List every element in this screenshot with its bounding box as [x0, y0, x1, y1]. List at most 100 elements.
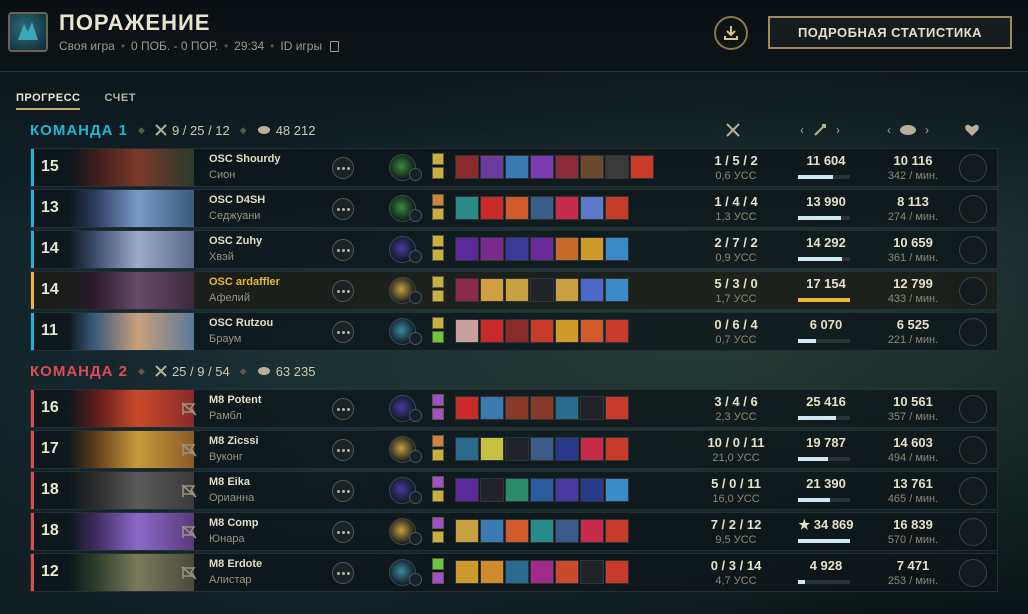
more-options-button[interactable] — [332, 157, 354, 179]
player-row[interactable]: 17 M8 Zicssi Вуконг 10 / 0 / 11 21,0 УСС 19 7… — [30, 430, 998, 469]
item-icon[interactable] — [605, 560, 629, 584]
secondary-rune-icon[interactable] — [409, 168, 422, 181]
augment-icon[interactable] — [432, 490, 444, 502]
item-icon[interactable] — [455, 196, 479, 220]
more-options-button[interactable] — [332, 521, 354, 543]
item-icon[interactable] — [605, 196, 629, 220]
item-icon[interactable] — [530, 396, 554, 420]
item-icon[interactable] — [455, 155, 479, 179]
item-icon[interactable] — [480, 560, 504, 584]
more-options-button[interactable] — [332, 398, 354, 420]
item-icon[interactable] — [555, 278, 579, 302]
honor-button[interactable] — [959, 395, 987, 423]
item-icon[interactable] — [555, 519, 579, 543]
item-icon[interactable] — [505, 396, 529, 420]
augment-icon[interactable] — [432, 572, 444, 584]
item-icon[interactable] — [505, 519, 529, 543]
player-row[interactable]: 14 OSC Zuhy Хвэй 2 / 7 / 2 0,9 УСС 14 292 10 6… — [30, 230, 998, 269]
more-options-button[interactable] — [332, 321, 354, 343]
item-icon[interactable] — [555, 560, 579, 584]
secondary-rune-icon[interactable] — [409, 491, 422, 504]
honor-button[interactable] — [959, 559, 987, 587]
augment-icon[interactable] — [432, 331, 444, 343]
item-icon[interactable] — [580, 478, 604, 502]
item-icon[interactable] — [505, 319, 529, 343]
item-icon[interactable] — [555, 237, 579, 261]
item-icon[interactable] — [555, 396, 579, 420]
augment-icon[interactable] — [432, 153, 444, 165]
augment-icon[interactable] — [432, 317, 444, 329]
player-name[interactable]: M8 Erdote — [209, 558, 262, 570]
secondary-rune-icon[interactable] — [409, 532, 422, 545]
item-icon[interactable] — [605, 437, 629, 461]
honor-button[interactable] — [959, 277, 987, 305]
item-icon[interactable] — [555, 437, 579, 461]
item-icon[interactable] — [530, 237, 554, 261]
report-flag-icon[interactable] — [181, 443, 197, 457]
augment-icon[interactable] — [432, 167, 444, 179]
augment-icon[interactable] — [432, 408, 444, 420]
item-icon[interactable] — [530, 196, 554, 220]
augment-icon[interactable] — [432, 449, 444, 461]
item-icon[interactable] — [580, 396, 604, 420]
item-icon[interactable] — [480, 519, 504, 543]
augment-icon[interactable] — [432, 208, 444, 220]
secondary-rune-icon[interactable] — [409, 573, 422, 586]
item-icon[interactable] — [455, 478, 479, 502]
item-icon[interactable] — [580, 237, 604, 261]
item-icon[interactable] — [530, 155, 554, 179]
item-icon[interactable] — [580, 519, 604, 543]
player-row[interactable]: 16 M8 Potent Рамбл 3 / 4 / 6 2,3 УСС 25 416 10… — [30, 389, 998, 428]
item-icon[interactable] — [580, 278, 604, 302]
more-options-button[interactable] — [332, 239, 354, 261]
augment-icon[interactable] — [432, 558, 444, 570]
augment-icon[interactable] — [432, 435, 444, 447]
honor-button[interactable] — [959, 154, 987, 182]
item-icon[interactable] — [580, 155, 604, 179]
item-icon[interactable] — [580, 319, 604, 343]
augment-icon[interactable] — [432, 276, 444, 288]
item-icon[interactable] — [530, 519, 554, 543]
item-icon[interactable] — [455, 319, 479, 343]
report-flag-icon[interactable] — [181, 566, 197, 580]
player-name[interactable]: OSC D4SH — [209, 194, 265, 206]
item-icon[interactable] — [480, 196, 504, 220]
item-icon[interactable] — [605, 319, 629, 343]
item-icon[interactable] — [505, 237, 529, 261]
next-arrow[interactable]: › — [925, 123, 929, 137]
item-icon[interactable] — [455, 396, 479, 420]
player-name[interactable]: M8 Eika — [209, 476, 250, 488]
player-row[interactable]: 14 OSC ardaffler Афелий 5 / 3 / 0 1,7 УСС 17 … — [30, 271, 998, 310]
item-icon[interactable] — [505, 278, 529, 302]
item-icon[interactable] — [530, 319, 554, 343]
player-name[interactable]: OSC Zuhy — [209, 235, 262, 247]
augment-icon[interactable] — [432, 249, 444, 261]
player-row[interactable]: 18 M8 Comp Юнара 7 / 2 / 12 9,5 УСС ★ 34 869 1… — [30, 512, 998, 551]
item-icon[interactable] — [455, 519, 479, 543]
item-icon[interactable] — [555, 155, 579, 179]
tab-progress[interactable]: ПРОГРЕСС — [16, 92, 81, 110]
item-icon[interactable] — [605, 396, 629, 420]
player-name[interactable]: OSC ardaffler — [209, 276, 280, 288]
augment-icon[interactable] — [432, 394, 444, 406]
item-icon[interactable] — [580, 437, 604, 461]
honor-button[interactable] — [959, 195, 987, 223]
item-icon[interactable] — [480, 396, 504, 420]
augment-icon[interactable] — [432, 290, 444, 302]
more-options-button[interactable] — [332, 198, 354, 220]
honor-button[interactable] — [959, 477, 987, 505]
item-icon[interactable] — [605, 278, 629, 302]
player-name[interactable]: M8 Comp — [209, 517, 259, 529]
item-icon[interactable] — [605, 478, 629, 502]
item-icon[interactable] — [530, 437, 554, 461]
item-icon[interactable] — [530, 478, 554, 502]
player-name[interactable]: OSC Shourdy — [209, 153, 281, 165]
player-row[interactable]: 13 OSC D4SH Седжуани 1 / 4 / 4 1,3 УСС 13 990… — [30, 189, 998, 228]
secondary-rune-icon[interactable] — [409, 250, 422, 263]
item-icon[interactable] — [605, 519, 629, 543]
secondary-rune-icon[interactable] — [409, 332, 422, 345]
augment-icon[interactable] — [432, 517, 444, 529]
secondary-rune-icon[interactable] — [409, 450, 422, 463]
item-icon[interactable] — [455, 278, 479, 302]
more-options-button[interactable] — [332, 439, 354, 461]
